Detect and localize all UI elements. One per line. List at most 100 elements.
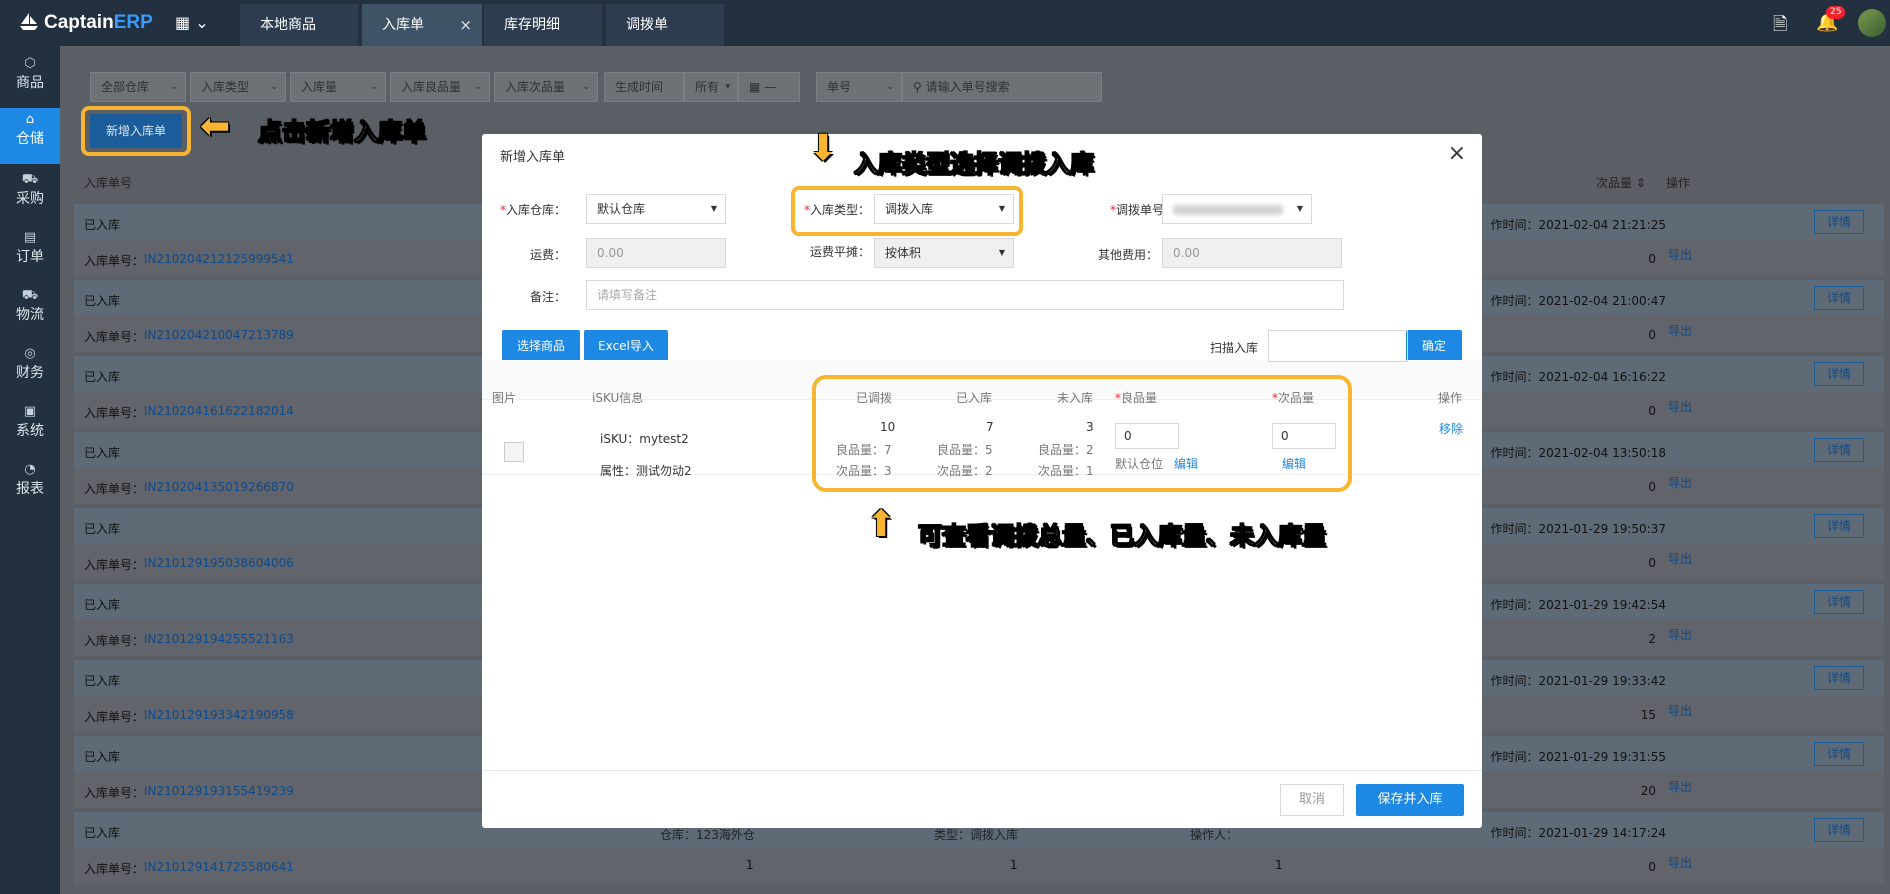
- detail-button[interactable]: 详情: [1814, 514, 1864, 538]
- ship-logo-icon: [20, 13, 38, 30]
- tab-local-goods[interactable]: 本地商品: [240, 4, 358, 46]
- tab-inbound[interactable]: 入库单 ×: [362, 4, 482, 46]
- export-link[interactable]: 导出: [1668, 854, 1692, 871]
- filter-label: 入库类型: [201, 80, 250, 94]
- save-and-stock-button[interactable]: 保存并入库: [1356, 784, 1464, 816]
- detail-button[interactable]: 详情: [1814, 438, 1864, 462]
- detail-button[interactable]: 详情: [1814, 210, 1864, 234]
- caret-down-icon: ▼: [710, 204, 717, 213]
- filter-warehouse[interactable]: 全部仓库 ⌄: [90, 72, 186, 102]
- avatar[interactable]: [1858, 9, 1886, 37]
- time-value: 2021-02-04 13:50:18: [1538, 446, 1666, 460]
- input-value: 0.00: [1173, 246, 1200, 260]
- app-logo[interactable]: CaptainERP: [18, 10, 153, 34]
- row-no-link[interactable]: IN210129193155419239: [144, 784, 294, 798]
- row-defect: 0: [1648, 480, 1656, 494]
- detail-button[interactable]: 详情: [1814, 818, 1864, 842]
- filter-qty[interactable]: 入库量 ⌄: [290, 72, 386, 102]
- sort-icon: ⇕: [1635, 176, 1646, 190]
- filter-all[interactable]: 所有 ▾: [684, 72, 738, 102]
- transfer-no-select[interactable]: ▼: [1162, 194, 1312, 224]
- finance-icon: ◎: [24, 346, 36, 361]
- export-link[interactable]: 导出: [1668, 322, 1692, 339]
- row-defect: 20: [1640, 784, 1656, 798]
- sidebar-item-label: 财务: [16, 365, 44, 381]
- scan-input[interactable]: [1268, 330, 1408, 362]
- remove-link[interactable]: 移除: [1439, 420, 1463, 437]
- filter-defect-qty[interactable]: 入库次品量 ⌄: [494, 72, 598, 102]
- chevron-down-icon: ⌄: [170, 82, 178, 92]
- filter-order-no[interactable]: 单号 ⌄: [816, 72, 902, 102]
- row-no-link[interactable]: IN210129141725580641: [144, 860, 294, 874]
- col-action: 操作: [1438, 391, 1463, 405]
- time-value: 2021-01-29 19:42:54: [1538, 598, 1666, 612]
- apps-grid-icon[interactable]: ▦ ⌄: [175, 13, 209, 32]
- sidebar-item-system[interactable]: ▣ 系统: [0, 400, 60, 456]
- warehouse-icon: ⌂: [25, 112, 35, 127]
- search-input[interactable]: ⚲ 请输入单号搜索: [902, 72, 1102, 102]
- row-no-link[interactable]: IN210129193342190958: [144, 708, 294, 722]
- filter-time[interactable]: 生成时间: [604, 72, 684, 102]
- export-link[interactable]: 导出: [1668, 550, 1692, 567]
- export-link[interactable]: 导出: [1668, 702, 1692, 719]
- sidebar-item-report[interactable]: ◔ 报表: [0, 458, 60, 514]
- cancel-button[interactable]: 取消: [1280, 784, 1344, 816]
- input-value: 0.00: [597, 246, 624, 260]
- detail-button[interactable]: 详情: [1814, 590, 1864, 614]
- time-value: 2021-02-04 21:00:47: [1538, 294, 1666, 308]
- close-icon[interactable]: ×: [459, 4, 472, 46]
- sidebar-item-order[interactable]: ▤ 订单: [0, 226, 60, 282]
- highlight-qty-columns: [812, 375, 1352, 492]
- warehouse-select[interactable]: 默认仓库 ▼: [586, 194, 726, 224]
- confirm-button[interactable]: 确定: [1406, 330, 1462, 362]
- time-prefix: 作时间：: [1490, 446, 1539, 460]
- search-icon: ⚲: [913, 80, 922, 94]
- excel-import-button[interactable]: Excel导入: [584, 330, 668, 362]
- tab-transfer[interactable]: 调拨单: [606, 4, 724, 46]
- row-no-link[interactable]: IN210204212125999541: [144, 252, 294, 266]
- chevron-down-icon: ⌄: [582, 82, 590, 92]
- export-link[interactable]: 导出: [1668, 778, 1692, 795]
- filter-good-qty[interactable]: 入库良品量 ⌄: [390, 72, 490, 102]
- row-no-link[interactable]: IN210129195038604006: [144, 556, 294, 570]
- row-time: 作时间：2021-01-29 14:17:24: [1486, 824, 1666, 841]
- logo-erp: ERP: [113, 12, 153, 33]
- sidebar-item-finance[interactable]: ◎ 财务: [0, 342, 60, 398]
- date-range-input[interactable]: ▦ —: [738, 72, 800, 102]
- row-time: 作时间：2021-02-04 16:16:22: [1486, 368, 1666, 385]
- detail-button[interactable]: 详情: [1814, 362, 1864, 386]
- row-time: 作时间：2021-01-29 19:42:54: [1486, 596, 1666, 613]
- row-no-link[interactable]: IN210204161622182014: [144, 404, 294, 418]
- select-goods-button[interactable]: 选择商品: [502, 330, 580, 362]
- document-icon[interactable]: 🗎: [1773, 12, 1787, 42]
- close-icon[interactable]: ×: [1448, 141, 1466, 166]
- detail-button[interactable]: 详情: [1814, 666, 1864, 690]
- filter-label: 入库量: [301, 80, 338, 94]
- sidebar-item-warehouse[interactable]: ⌂ 仓储: [0, 108, 60, 164]
- row-no-link[interactable]: IN210204210047213789: [144, 328, 294, 342]
- sidebar-item-purchase[interactable]: ⛟ 采购: [0, 168, 60, 224]
- row-no-label: 入库单号：: [84, 634, 145, 648]
- row-defect: 0: [1648, 404, 1656, 418]
- export-link[interactable]: 导出: [1668, 474, 1692, 491]
- export-link[interactable]: 导出: [1668, 246, 1692, 263]
- row-no-link[interactable]: IN210129194255521163: [144, 632, 294, 646]
- row-no-label: 入库单号：: [84, 862, 145, 876]
- list-header-defect[interactable]: 次品量 ⇕: [1596, 174, 1646, 191]
- sidebar-item-logistics[interactable]: ⛟ 物流: [0, 284, 60, 340]
- sidebar-item-label: 采购: [16, 191, 44, 207]
- export-link[interactable]: 导出: [1668, 398, 1692, 415]
- filter-label: 全部仓库: [101, 80, 150, 94]
- row-no-link[interactable]: IN210204135019266870: [144, 480, 294, 494]
- export-link[interactable]: 导出: [1668, 626, 1692, 643]
- detail-button[interactable]: 详情: [1814, 742, 1864, 766]
- sidebar-item-goods[interactable]: ⬡ 商品: [0, 52, 60, 108]
- detail-button[interactable]: 详情: [1814, 286, 1864, 310]
- time-prefix: 作时间：: [1490, 370, 1539, 384]
- remark-input[interactable]: 请填写备注: [586, 280, 1344, 310]
- row-status: 已入库: [84, 674, 121, 688]
- tab-label: 入库单: [382, 17, 424, 33]
- alloc-select[interactable]: 按体积 ▼: [874, 238, 1014, 268]
- filter-type[interactable]: 入库类型 ⌄: [190, 72, 286, 102]
- tab-inventory[interactable]: 库存明细: [484, 4, 602, 46]
